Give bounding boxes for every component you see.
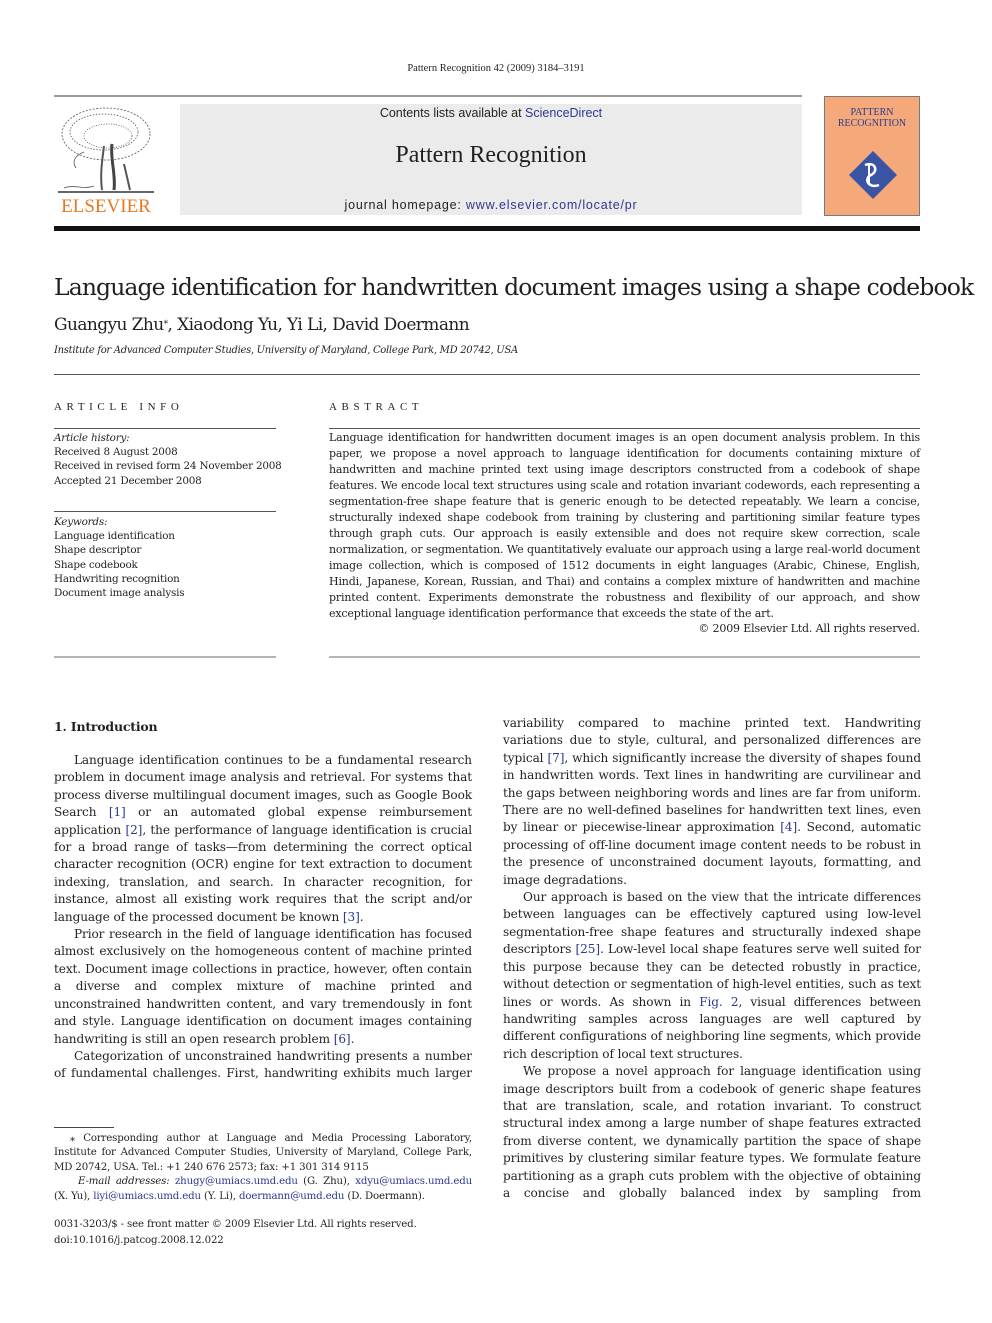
body-right-column: variability compared to machine printed … <box>503 715 921 1202</box>
author-name: David Doermann <box>332 315 470 335</box>
email-link[interactable]: zhugy@umiacs.umd.edu <box>175 1176 298 1187</box>
citation-link[interactable]: [2] <box>125 823 142 837</box>
keywords-label: Keywords: <box>54 516 108 528</box>
author-list: Guangyu Zhu⁎, Xiaodong Yu, Yi Li, David … <box>54 315 470 335</box>
text-run: , the performance of language identifica… <box>54 822 473 924</box>
cover-title: PATTERN RECOGNITION <box>825 107 919 129</box>
email-link[interactable]: doermann@umd.edu <box>239 1191 344 1202</box>
running-header: Pattern Recognition 42 (2009) 3184–3191 <box>407 63 585 74</box>
citation-link[interactable]: [4] <box>780 820 797 834</box>
email-owner: (Y. Li), <box>200 1190 239 1202</box>
doi[interactable]: doi:10.1016/j.patcog.2008.12.022 <box>54 1233 417 1249</box>
abstract-bottom-rule <box>329 656 920 658</box>
keyword-item: Language identification <box>54 530 175 543</box>
email-footnote: E-mail addresses: zhugy@umiacs.umd.edu (… <box>54 1175 472 1204</box>
sciencedirect-link[interactable]: ScienceDirect <box>525 106 602 120</box>
abstract-heading: ABSTRACT <box>329 401 424 413</box>
keyword-item: Document image analysis <box>54 587 185 600</box>
abstract-divider <box>329 428 920 429</box>
masthead-bottom-rule <box>54 226 920 231</box>
text-run: We propose a novel approach for language… <box>503 1064 921 1200</box>
title-divider <box>54 374 920 375</box>
figure-link[interactable]: Fig. 2 <box>699 995 738 1009</box>
keywords-divider <box>54 511 276 512</box>
journal-homepage-line: journal homepage: www.elsevier.com/locat… <box>180 198 802 212</box>
citation-link[interactable]: [7] <box>548 751 565 765</box>
cover-society-logo-icon <box>849 151 897 199</box>
history-item: Accepted 21 December 2008 <box>54 474 202 487</box>
footnotes: ⁎ Corresponding author at Language and M… <box>54 1132 472 1204</box>
article-info-bottom-rule <box>54 656 276 658</box>
corresponding-author-footnote: ⁎ Corresponding author at Language and M… <box>54 1133 472 1173</box>
elsevier-wordmark: ELSEVIER <box>61 196 151 217</box>
citation-link[interactable]: [25] <box>576 942 601 956</box>
citation-link[interactable]: [3] <box>343 910 360 924</box>
masthead-top-rule <box>54 95 802 97</box>
abstract-copyright: © 2009 Elsevier Ltd. All rights reserved… <box>698 622 920 635</box>
journal-cover-thumbnail[interactable]: PATTERN RECOGNITION <box>824 96 920 216</box>
section-heading-introduction: 1. Introduction <box>54 719 158 734</box>
article-history-label: Article history: <box>54 432 130 444</box>
text-run: . <box>350 1031 355 1046</box>
email-owner: (D. Doermann). <box>344 1190 425 1202</box>
keyword-item: Shape codebook <box>54 558 138 571</box>
abstract-text: Language identification for handwritten … <box>329 431 920 620</box>
journal-title: Pattern Recognition <box>395 142 587 168</box>
article-info-heading: ARTICLE INFO <box>54 401 184 413</box>
article-info-divider <box>54 428 276 429</box>
email-label: E-mail addresses: <box>78 1176 170 1188</box>
paragraph: variability compared to machine printed … <box>503 715 921 889</box>
email-link[interactable]: xdyu@umiacs.umd.edu <box>355 1176 472 1187</box>
paragraph: Our approach is based on the view that t… <box>503 889 921 1063</box>
homepage-prefix: journal homepage: <box>344 198 466 212</box>
author-name: Xiaodong Yu <box>177 315 278 335</box>
issn-copyright: 0031-3203/$ - see front matter © 2009 El… <box>54 1219 417 1230</box>
keywords: Keywords: Language identification Shape … <box>54 515 185 600</box>
email-owner: (G. Zhu), <box>297 1176 356 1188</box>
keyword-item: Handwriting recognition <box>54 572 180 585</box>
cover-title-line1: PATTERN <box>850 107 894 118</box>
paper-title: Language identification for handwritten … <box>54 273 974 301</box>
email-owner: (X. Yu), <box>54 1190 94 1202</box>
article-history: Article history: Received 8 August 2008 … <box>54 431 282 488</box>
text-run: Prior research in the field of language … <box>54 927 472 1046</box>
author-affiliation: Institute for Advanced Computer Studies,… <box>54 345 518 356</box>
footnote-rule <box>54 1127 114 1128</box>
author-name: Guangyu Zhu <box>54 315 164 335</box>
cover-title-line2: RECOGNITION <box>837 118 907 129</box>
contents-availability-line: Contents lists available at ScienceDirec… <box>180 106 802 120</box>
author-name: Yi Li <box>287 315 323 335</box>
text-run: . <box>359 909 364 924</box>
body-left-column: Language identification continues to be … <box>54 752 472 1083</box>
paragraph: Prior research in the field of language … <box>54 926 472 1048</box>
text-run: Categorization of unconstrained handwrit… <box>54 1048 472 1081</box>
citation-link[interactable]: [6] <box>334 1032 351 1046</box>
paragraph: Language identification continues to be … <box>54 752 472 926</box>
history-item: Received 8 August 2008 <box>54 446 178 459</box>
email-link[interactable]: liyi@umiacs.umd.edu <box>93 1191 201 1202</box>
paragraph: We propose a novel approach for language… <box>503 1063 921 1202</box>
journal-homepage-link[interactable]: www.elsevier.com/locate/pr <box>466 198 638 212</box>
paragraph: Categorization of unconstrained handwrit… <box>54 1048 472 1083</box>
corresponding-author-mark[interactable]: ⁎ <box>164 316 168 326</box>
citation-link[interactable]: [1] <box>109 805 126 819</box>
contents-prefix: Contents lists available at <box>379 106 526 120</box>
keyword-item: Shape descriptor <box>54 544 142 557</box>
front-matter-info: 0031-3203/$ - see front matter © 2009 El… <box>54 1217 417 1248</box>
history-item: Received in revised form 24 November 200… <box>54 460 282 473</box>
